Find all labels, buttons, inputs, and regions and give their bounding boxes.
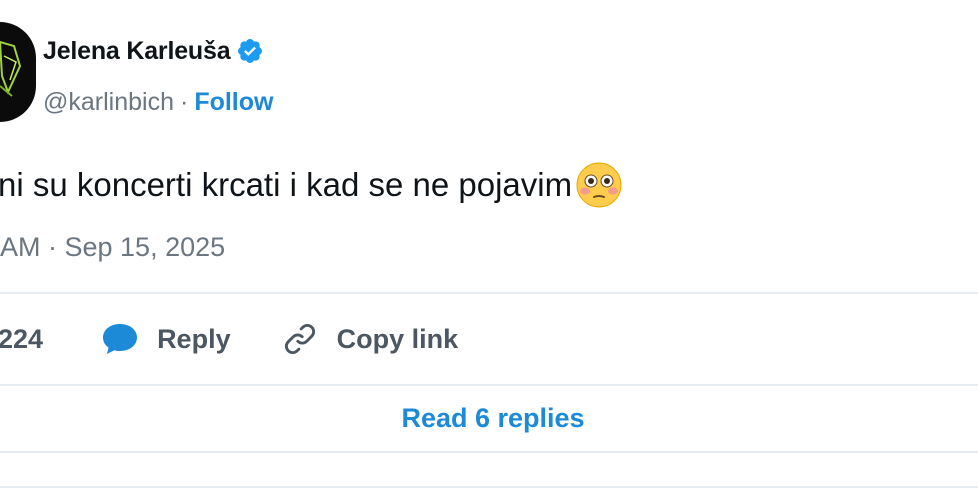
divider-middle <box>0 384 978 386</box>
read-replies-button[interactable]: Read 6 replies <box>0 396 978 440</box>
follow-button[interactable]: Follow <box>194 88 273 117</box>
link-icon <box>284 324 315 354</box>
reply-bubble-icon <box>103 324 138 354</box>
divider-footer <box>0 486 978 488</box>
tweet-timestamp[interactable]: AM · Sep 15, 2025 <box>0 232 225 263</box>
separator-dot: · <box>179 88 189 116</box>
author-handle[interactable]: @karlinbich <box>43 88 174 117</box>
divider-top <box>0 292 978 294</box>
flushed-face-icon <box>576 162 622 208</box>
verified-badge-icon <box>238 39 263 63</box>
tweet-card: Jelena Karleuša @karlinbich · Follow ni … <box>0 0 978 489</box>
divider-bottom <box>0 451 978 453</box>
author-handle-row: @karlinbich · Follow <box>43 88 273 117</box>
like-count[interactable]: 224 <box>0 324 43 355</box>
reply-label: Reply <box>157 323 231 354</box>
copy-link-button[interactable]: Copy link <box>281 320 459 358</box>
reply-button[interactable]: Reply <box>101 322 231 356</box>
tweet-body: ni su koncerti krcati i kad se ne pojavi… <box>0 166 573 203</box>
copy-link-label: Copy link <box>336 323 459 354</box>
author-name-row: Jelena Karleuša <box>43 34 264 68</box>
author-avatar[interactable] <box>0 22 36 122</box>
tweet-text: ni su koncerti krcati i kad se ne pojavi… <box>0 160 624 210</box>
tweet-actions: 224 Reply Copy link <box>0 312 458 366</box>
author-name[interactable]: Jelena Karleuša <box>43 37 231 66</box>
avatar-photo-icon <box>0 40 22 97</box>
